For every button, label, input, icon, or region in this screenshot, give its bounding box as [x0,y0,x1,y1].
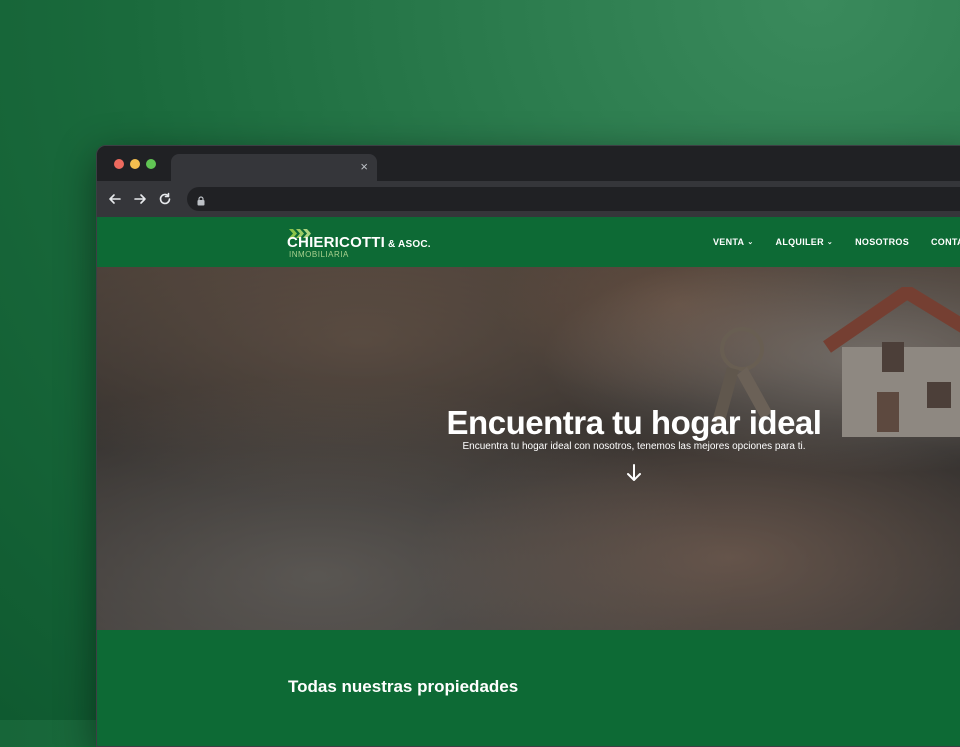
nav-item-alquiler[interactable]: ALQUILER ⌄ [776,237,834,247]
nav-label: ALQUILER [775,237,824,247]
browser-titlebar: × [97,146,960,182]
page-viewport: CHIERICOTTI & ASOC. INMOBILIARIA VENTA ⌄ A… [97,217,960,746]
properties-section: Todas nuestras propiedades [97,630,960,746]
forward-arrow-icon[interactable] [131,190,149,208]
browser-toolbar [97,181,960,217]
window-controls [114,159,156,169]
nav-label: CONTACTO [931,237,960,247]
hero-banner: Encuentra tu hogar ideal Encuentra tu ho… [97,267,960,630]
logo-text: CHIERICOTTI & ASOC. [287,234,431,251]
lock-icon [197,193,205,211]
main-navigation: VENTA⌄ ALQUILER⌄ NOSOTROS CONTACTO [713,217,960,267]
chevron-down-icon: ⌄ [826,239,834,246]
nav-label: VENTA [713,237,745,247]
back-arrow-icon[interactable] [106,190,124,208]
site-logo[interactable]: CHIERICOTTI & ASOC. INMOBILIARIA [285,223,455,263]
chevron-down-icon: ⌄ [747,239,754,246]
logo-suffix: & ASOC. [388,239,431,250]
logo-subtitle: INMOBILIARIA [289,250,349,259]
nav-label: NOSOTROS [855,237,909,247]
hero-title: Encuentra tu hogar ideal [446,404,822,441]
nav-item-nosotros[interactable]: NOSOTROS [855,237,909,247]
hero-subtitle: Encuentra tu hogar ideal con nosotros, t… [462,441,806,452]
browser-tab[interactable]: × [171,154,377,182]
maximize-window-button[interactable] [146,159,156,169]
arrow-down-icon[interactable] [626,464,642,487]
browser-window: × CHIERICOTTI & ASOC. INMOBILIARIA VENTA… [96,145,960,747]
section-title: Todas nuestras propiedades [288,677,519,696]
site-header: CHIERICOTTI & ASOC. INMOBILIARIA VENTA ⌄ A… [97,217,960,267]
address-bar[interactable] [187,187,960,211]
minimize-window-button[interactable] [130,159,140,169]
nav-item-venta[interactable]: VENTA ⌄ [713,237,754,247]
logo-name: CHIERICOTTI [287,234,386,251]
tab-close-icon[interactable]: × [360,159,368,175]
close-window-button[interactable] [114,159,124,169]
reload-icon[interactable] [156,190,174,208]
hero-content: Encuentra tu hogar ideal Encuentra tu ho… [427,405,841,487]
nav-item-contacto[interactable]: CONTACTO [931,237,960,247]
